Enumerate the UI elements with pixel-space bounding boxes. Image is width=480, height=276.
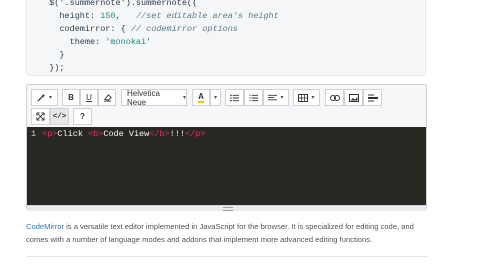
code-line-1: 1 <p>Click <b>Code View</b>!!!</p> bbox=[31, 129, 205, 139]
code-icon: </> bbox=[52, 112, 67, 121]
font-name-dropdown[interactable]: Helvetica Neue ▾ bbox=[121, 88, 187, 107]
expand-icon bbox=[36, 112, 45, 121]
codemirror-area[interactable]: 1 <p>Click <b>Code View</b>!!!</p> bbox=[27, 127, 426, 205]
code-comment: //set editable area's height bbox=[135, 11, 279, 21]
picture-icon bbox=[348, 93, 359, 102]
divider bbox=[26, 256, 428, 257]
html-tag: <b> bbox=[88, 129, 104, 139]
code-view-button[interactable]: </> bbox=[50, 108, 69, 125]
paragraph-align-dropdown[interactable]: ▾ bbox=[263, 89, 289, 106]
code-line: }); bbox=[39, 63, 65, 73]
code-string: 'monokai' bbox=[105, 37, 152, 47]
font-name-label: Helvetica Neue bbox=[127, 88, 160, 107]
style-dropdown-button[interactable]: ▾ bbox=[31, 89, 58, 106]
resize-grip-icon bbox=[223, 207, 233, 211]
code-line: theme: bbox=[39, 37, 106, 47]
html-text: !!! bbox=[169, 129, 185, 139]
clear-format-button[interactable] bbox=[98, 89, 116, 106]
chevron-down-icon: ▾ bbox=[311, 95, 315, 101]
line-number: 1 bbox=[31, 129, 37, 139]
insert-link-button[interactable] bbox=[325, 89, 344, 106]
summernote-editor: ▾ B U Helvetica Neue ▾ A ▾ ▾ ▾ </> ? 1 <… bbox=[26, 84, 427, 211]
code-punct: , bbox=[115, 11, 136, 21]
help-button[interactable]: ? bbox=[73, 108, 92, 125]
eraser-icon bbox=[103, 94, 112, 102]
html-text: Code View bbox=[103, 129, 150, 139]
insert-picture-button[interactable] bbox=[344, 89, 363, 106]
horizontal-rule-icon bbox=[367, 94, 378, 101]
codemirror-link[interactable]: CodeMirror bbox=[26, 222, 64, 231]
code-line: } bbox=[39, 50, 65, 60]
insert-hr-button[interactable] bbox=[363, 89, 382, 106]
html-text: Click bbox=[57, 129, 89, 139]
underline-button[interactable]: U bbox=[80, 89, 98, 106]
font-color-dropdown[interactable]: ▾ bbox=[210, 89, 221, 106]
align-left-icon bbox=[268, 94, 278, 100]
code-line: $('.summernote').summernote({ bbox=[39, 0, 198, 8]
code-sample-text: $('.summernote').summernote({ height: 15… bbox=[39, 0, 279, 75]
code-comment: // codemirror options bbox=[130, 24, 238, 34]
table-icon bbox=[298, 93, 309, 102]
bold-button[interactable]: B bbox=[62, 89, 80, 106]
chevron-down-icon: ▾ bbox=[280, 95, 284, 101]
chevron-down-icon: ▾ bbox=[213, 95, 217, 101]
html-tag: <p> bbox=[42, 129, 58, 139]
chevron-down-icon: ▾ bbox=[48, 95, 52, 101]
fullscreen-button[interactable] bbox=[31, 108, 50, 125]
bullet-list-icon bbox=[230, 93, 239, 102]
font-color-icon: A bbox=[198, 91, 204, 103]
chevron-down-icon: ▾ bbox=[182, 95, 186, 101]
code-number: 150 bbox=[100, 11, 116, 21]
ordered-list-button[interactable] bbox=[244, 89, 263, 106]
code-line: height: bbox=[39, 11, 101, 21]
link-icon bbox=[329, 94, 340, 101]
editor-resize-handle[interactable] bbox=[27, 205, 426, 211]
font-color-button[interactable]: A bbox=[192, 89, 210, 106]
description-paragraph: CodeMirror is a versatile text editor im… bbox=[26, 221, 430, 246]
numbered-list-icon bbox=[249, 94, 258, 101]
editor-toolbar: ▾ B U Helvetica Neue ▾ A ▾ ▾ ▾ </> ? bbox=[27, 85, 426, 127]
table-dropdown[interactable]: ▾ bbox=[293, 89, 320, 106]
html-tag: </b> bbox=[149, 129, 170, 139]
unordered-list-button[interactable] bbox=[225, 89, 244, 106]
magic-wand-icon bbox=[37, 93, 46, 102]
html-tag: </p> bbox=[184, 129, 206, 139]
code-sample-block: $('.summernote').summernote({ height: 15… bbox=[26, 0, 426, 76]
code-line: codemirror: { bbox=[39, 24, 131, 34]
description-text: is a versatile text editor implemented i… bbox=[26, 222, 414, 244]
